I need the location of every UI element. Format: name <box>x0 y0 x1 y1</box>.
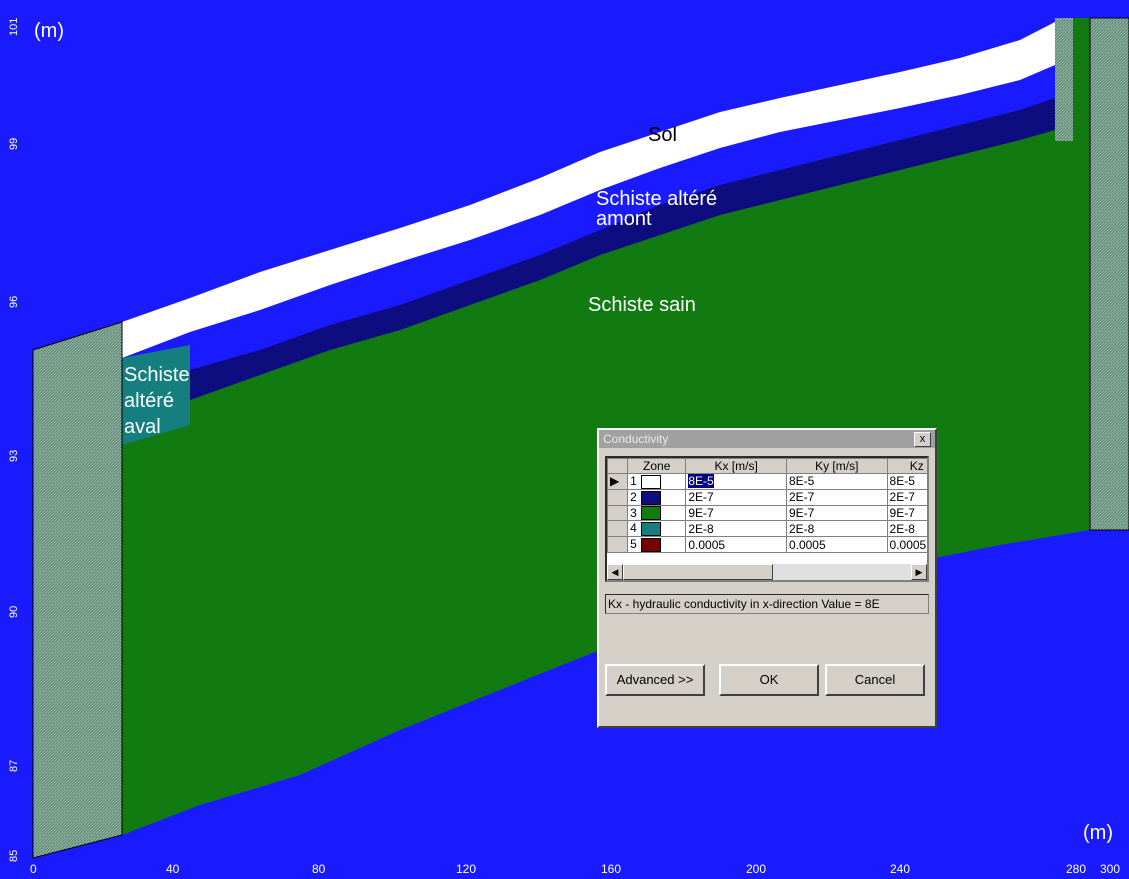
ok-button[interactable]: OK <box>719 664 819 696</box>
arrow-right-icon: ▶ <box>915 567 923 577</box>
y-tick-85: 85 <box>8 849 20 862</box>
zone-color-swatch[interactable] <box>640 490 661 505</box>
table-row[interactable]: 3 9E-7 9E-7 9E-7 <box>607 504 927 522</box>
col-kz[interactable]: Kz [m/ <box>886 458 927 474</box>
x-tick-120: 120 <box>456 862 477 876</box>
x-tick-300: 300 <box>1100 862 1121 876</box>
table-row[interactable]: 2 2E-7 2E-7 2E-7 <box>607 488 927 506</box>
zone-number: 2 <box>630 489 637 504</box>
kx-cell[interactable]: 8E-5 <box>685 473 787 490</box>
y-tick-101: 101 <box>8 17 20 36</box>
kz-cell[interactable]: 2E-7 <box>886 488 927 506</box>
col-kx[interactable]: Kx [m/s] <box>685 458 787 474</box>
x-tick-80: 80 <box>312 862 326 876</box>
scroll-thumb[interactable] <box>623 564 773 580</box>
zone-cell[interactable]: 1 <box>627 473 687 490</box>
dialog-title: Conductivity <box>603 432 669 446</box>
ky-cell[interactable]: 9E-7 <box>785 504 888 522</box>
label-sain: Schiste sain <box>588 294 696 316</box>
col-ky[interactable]: Ky [m/s] <box>785 458 888 474</box>
right-boundary-narrow <box>1055 18 1073 141</box>
kz-cell[interactable]: 9E-7 <box>886 504 927 522</box>
conductivity-grid[interactable]: Zone Kx [m/s] Ky [m/s] Kz [m/ ▶ 1 8E-5 8… <box>605 456 929 582</box>
y-axis-unit: (m) <box>34 20 64 42</box>
scroll-right-button[interactable]: ▶ <box>911 564 927 580</box>
current-row-icon: ▶ <box>607 473 629 490</box>
dialog-titlebar[interactable]: Conductivity x <box>599 430 935 448</box>
kx-cell[interactable]: 9E-7 <box>685 504 787 522</box>
x-tick-280: 280 <box>1066 862 1087 876</box>
zone-color-swatch[interactable] <box>640 474 661 489</box>
kx-cell[interactable]: 0.0005 <box>685 536 787 554</box>
scroll-left-button[interactable]: ◀ <box>607 564 623 580</box>
y-tick-90: 90 <box>8 605 20 618</box>
right-boundary <box>1089 17 1129 531</box>
close-icon: x <box>919 433 926 445</box>
zone-number: 3 <box>630 505 637 520</box>
label-amont-2: amont <box>596 208 652 230</box>
zone-cell[interactable]: 3 <box>627 504 687 522</box>
zone-cell[interactable]: 5 <box>627 536 687 554</box>
x-axis-unit: (m) <box>1083 822 1113 844</box>
cancel-button[interactable]: Cancel <box>825 664 925 696</box>
kz-cell[interactable]: 2E-8 <box>886 520 927 538</box>
table-row[interactable]: 5 0.0005 0.0005 0.0005 <box>607 536 927 554</box>
x-tick-240: 240 <box>890 862 911 876</box>
left-boundary <box>32 321 123 859</box>
col-zone[interactable]: Zone <box>627 458 687 474</box>
row-indicator <box>607 536 629 554</box>
advanced-button[interactable]: Advanced >> <box>605 664 705 696</box>
ky-cell[interactable]: 2E-8 <box>785 520 888 538</box>
ky-cell[interactable]: 0.0005 <box>785 536 888 554</box>
zone-cell[interactable]: 2 <box>627 488 687 506</box>
grid-header: Zone Kx [m/s] Ky [m/s] Kz [m/ <box>607 458 927 474</box>
label-amont-1: Schiste altéré <box>596 188 718 210</box>
label-aval-2: altéré <box>124 390 175 412</box>
x-tick-200: 200 <box>746 862 767 876</box>
zone-cell[interactable]: 4 <box>627 520 687 538</box>
x-tick-160: 160 <box>601 862 622 876</box>
row-indicator <box>607 520 629 538</box>
kx-cell[interactable]: 2E-8 <box>685 520 787 538</box>
row-indicator <box>607 504 629 522</box>
y-tick-87: 87 <box>8 759 20 772</box>
status-text: Kx - hydraulic conductivity in x-directi… <box>605 594 929 614</box>
table-row[interactable]: ▶ 1 8E-5 8E-5 8E-5 <box>607 473 927 490</box>
y-tick-96: 96 <box>8 295 20 308</box>
kz-cell[interactable]: 0.0005 <box>886 536 927 554</box>
conductivity-dialog: Conductivity x Zone Kx [m/s] Ky [m/s] Kz… <box>597 428 937 728</box>
y-tick-93: 93 <box>8 449 20 462</box>
x-tick-40: 40 <box>166 862 180 876</box>
ky-cell[interactable]: 2E-7 <box>785 488 888 506</box>
zone-number: 5 <box>630 537 637 552</box>
right-green-strip <box>1073 18 1090 530</box>
table-row[interactable]: 4 2E-8 2E-8 2E-8 <box>607 520 927 538</box>
ky-cell[interactable]: 8E-5 <box>785 473 888 490</box>
zone-number: 4 <box>630 521 637 536</box>
label-aval-1: Schiste <box>124 364 190 386</box>
kx-cell[interactable]: 2E-7 <box>685 488 787 506</box>
zone-number: 1 <box>630 474 637 488</box>
model-cross-section <box>0 0 1129 879</box>
arrow-left-icon: ◀ <box>611 567 619 577</box>
label-sol: Sol <box>648 124 677 146</box>
kz-cell[interactable]: 8E-5 <box>886 473 927 490</box>
row-indicator <box>607 488 629 506</box>
close-button[interactable]: x <box>914 432 931 447</box>
y-tick-99: 99 <box>8 137 20 150</box>
row-indicator-header <box>607 458 629 474</box>
label-aval-3: aval <box>124 416 161 438</box>
horizontal-scrollbar[interactable]: ◀ ▶ <box>607 564 927 580</box>
zone-color-swatch[interactable] <box>640 522 661 537</box>
x-tick-0: 0 <box>30 862 37 876</box>
zone-color-swatch[interactable] <box>640 538 661 553</box>
kx-value: 8E-5 <box>688 474 714 489</box>
zone-color-swatch[interactable] <box>640 506 661 521</box>
